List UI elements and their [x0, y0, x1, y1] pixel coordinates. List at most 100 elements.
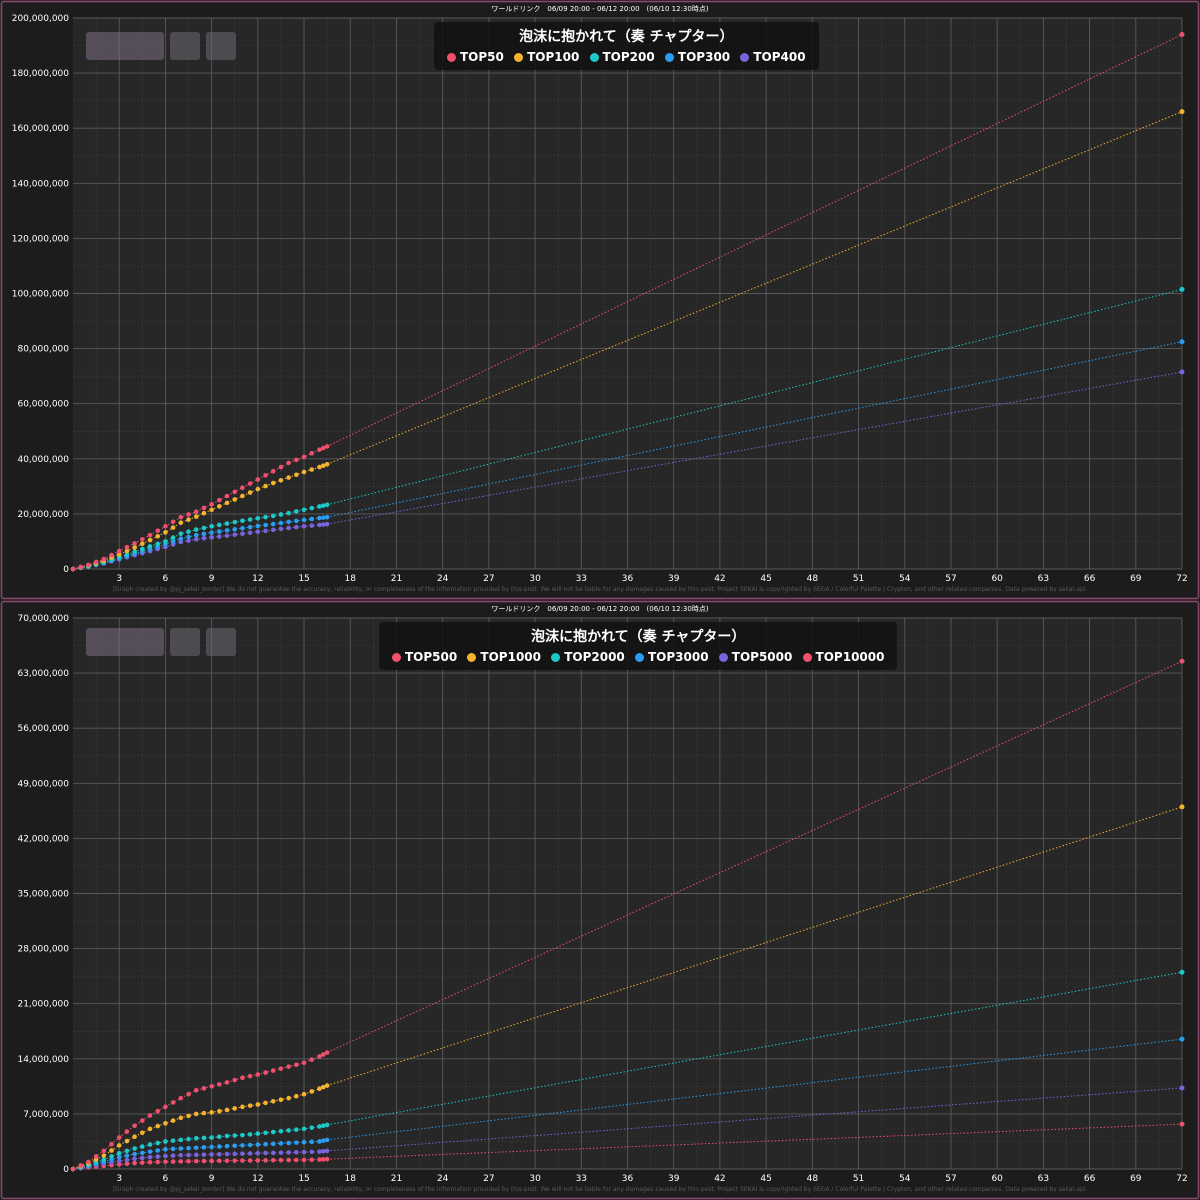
data-point	[78, 1163, 84, 1168]
data-point	[309, 1149, 315, 1155]
data-point	[140, 536, 145, 542]
data-point	[201, 1152, 207, 1157]
data-point	[193, 527, 199, 532]
data-point	[263, 473, 268, 478]
data-point	[163, 1147, 168, 1152]
x-tick-label: 63	[1038, 1174, 1049, 1184]
data-point	[320, 1138, 326, 1143]
data-point	[240, 493, 245, 499]
data-point	[132, 1146, 137, 1151]
x-tick-label: 9	[209, 1174, 215, 1184]
data-point	[255, 1131, 261, 1136]
data-point	[255, 477, 261, 482]
projection-point	[1179, 969, 1185, 975]
data-point	[193, 532, 199, 538]
data-point	[132, 545, 137, 550]
data-point	[163, 1139, 168, 1144]
data-point	[286, 1064, 291, 1069]
chart-title: 泡沫に抱かれて（奏 チャプター）	[519, 29, 734, 45]
event-thumbnails-top	[86, 32, 236, 60]
chart-header: ワールドリンク 06/09 20:00 - 06/12 20:00 (06/10…	[491, 605, 708, 613]
data-point	[301, 1060, 307, 1066]
data-point	[270, 480, 276, 486]
data-point	[278, 1141, 284, 1146]
data-point	[155, 528, 161, 534]
data-point	[132, 1151, 137, 1157]
data-point	[255, 486, 261, 492]
data-point	[70, 1166, 76, 1172]
x-tick-label: 30	[529, 1174, 541, 1184]
data-point	[217, 497, 222, 503]
data-point	[278, 526, 284, 532]
data-point	[324, 521, 330, 527]
chart-header: ワールドリンク 06/09 20:00 - 06/12 20:00 (06/10…	[491, 5, 708, 13]
x-tick-label: 69	[1130, 1174, 1142, 1184]
data-point	[301, 523, 307, 529]
data-point	[116, 548, 122, 554]
data-point	[270, 1099, 276, 1104]
data-point	[255, 1158, 261, 1163]
data-point	[217, 1082, 222, 1087]
legend-item-top5000: TOP5000	[718, 650, 792, 664]
x-tick-label: 33	[576, 1174, 587, 1184]
data-point	[224, 1107, 230, 1113]
legend-label: TOP400	[753, 50, 806, 64]
data-point	[193, 1152, 199, 1158]
data-point	[286, 525, 291, 531]
data-point	[163, 1121, 168, 1126]
x-tick-label: 45	[760, 1174, 771, 1184]
data-point	[324, 462, 330, 467]
legend-item-top300: TOP300	[664, 50, 730, 64]
data-point	[240, 518, 245, 524]
data-point	[132, 1134, 137, 1140]
data-point	[186, 529, 191, 534]
data-point	[286, 460, 291, 466]
data-point	[309, 467, 315, 472]
data-point	[301, 507, 307, 513]
data-point	[294, 1157, 299, 1163]
data-point	[301, 1157, 307, 1163]
data-point	[186, 1152, 191, 1158]
data-point	[324, 1137, 330, 1143]
x-tick-label: 36	[622, 1174, 634, 1184]
y-tick-label: 35,000,000	[17, 890, 69, 900]
data-point	[217, 1144, 222, 1149]
data-point	[224, 528, 230, 533]
data-point	[209, 1084, 214, 1089]
data-point	[140, 546, 145, 552]
x-tick-label: 18	[345, 574, 357, 584]
y-tick-label: 40,000,000	[17, 455, 69, 465]
x-tick-label: 18	[345, 1174, 357, 1184]
data-point	[278, 1150, 284, 1155]
data-point	[270, 513, 276, 519]
data-point	[324, 514, 330, 520]
character-thumbnail-image	[170, 32, 200, 60]
data-point	[224, 500, 230, 506]
data-point	[232, 1133, 238, 1138]
data-point	[155, 1123, 161, 1129]
data-point	[201, 1135, 207, 1141]
data-point	[240, 525, 245, 531]
data-point	[209, 1135, 214, 1140]
data-point	[263, 1070, 268, 1075]
data-point	[240, 1104, 245, 1110]
data-point	[232, 497, 238, 502]
legend-marker	[447, 53, 456, 62]
data-point	[147, 532, 153, 538]
data-point	[147, 544, 153, 549]
data-point	[209, 523, 214, 529]
data-point	[193, 536, 199, 542]
data-point	[116, 1143, 122, 1148]
data-point	[232, 532, 238, 538]
data-point	[217, 529, 222, 534]
data-point	[170, 1138, 176, 1143]
data-point	[170, 1100, 176, 1105]
projection-point	[1179, 109, 1185, 115]
y-tick-label: 160,000,000	[12, 124, 70, 134]
projection-point	[1179, 804, 1185, 810]
data-point	[240, 1075, 245, 1080]
event-thumbnails-bottom	[86, 628, 236, 656]
data-point	[294, 457, 299, 463]
data-point	[217, 1134, 222, 1140]
y-tick-label: 28,000,000	[17, 945, 69, 955]
